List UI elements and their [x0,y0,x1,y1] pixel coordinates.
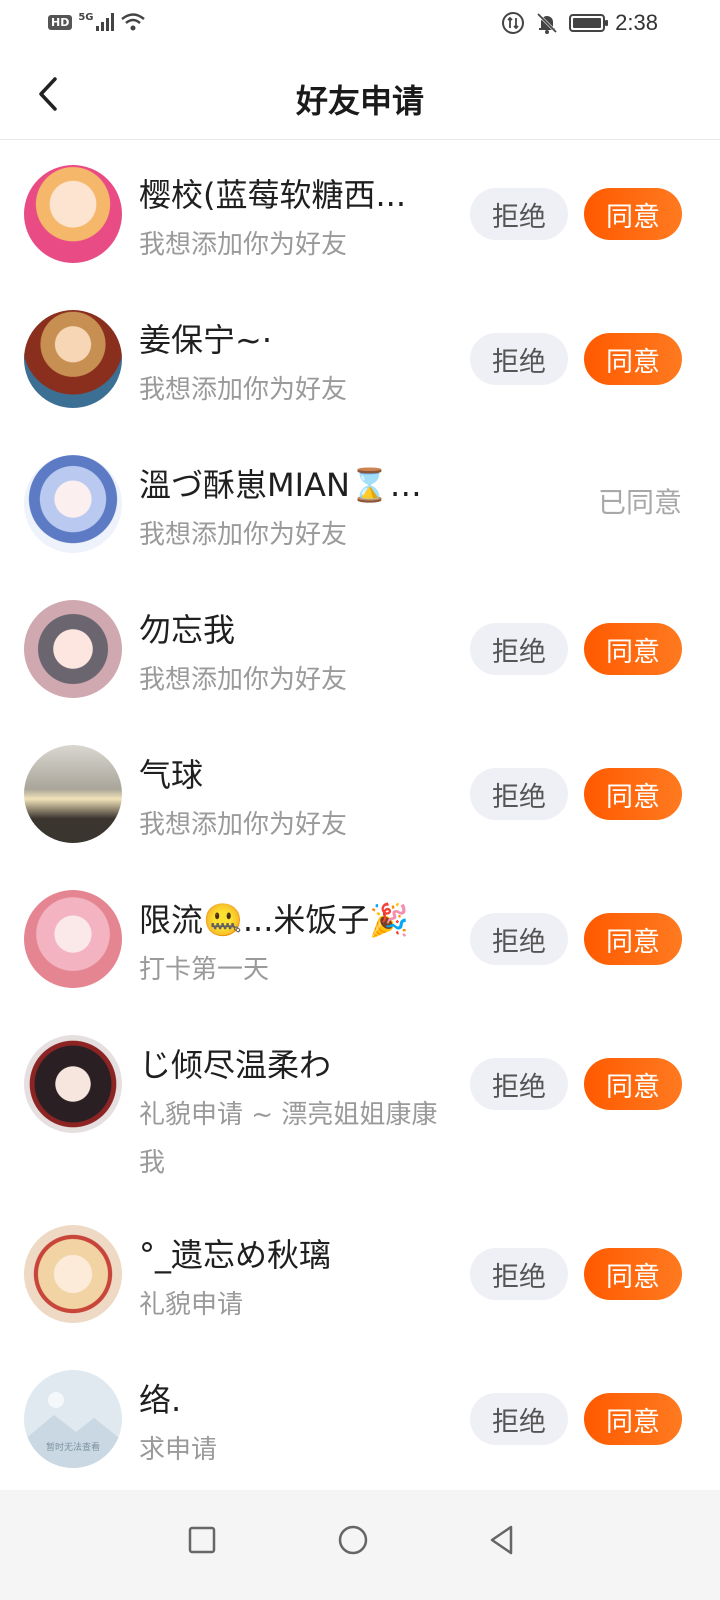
avatar[interactable]: 暂时无法查看 [24,1370,122,1468]
accept-button[interactable]: 同意 [584,188,682,240]
request-row[interactable]: じ倾尽温柔わ 礼貌申请 ~ 漂亮姐姐康康我 拒绝 同意 [0,1011,720,1201]
accept-button[interactable]: 同意 [584,623,682,675]
data-saver-icon [502,12,525,34]
reject-button[interactable]: 拒绝 [470,768,568,820]
request-row[interactable]: 暂时无法查看 络. 求申请 拒绝 同意 [0,1346,720,1491]
requester-name: 限流🤐...米饭子🎉 [139,901,410,939]
request-message: 我想添加你为好友 [139,375,348,405]
request-message: 打卡第一天 [139,955,270,985]
requester-name: 姜保宁~· [139,321,272,359]
accept-button[interactable]: 同意 [584,913,682,965]
wifi-icon [120,13,145,31]
avatar[interactable] [24,310,122,408]
reject-button[interactable]: 拒绝 [470,913,568,965]
request-message: 求申请 [139,1435,218,1465]
request-message: 礼貌申请 [139,1290,244,1320]
signal-icon [95,13,114,31]
requester-name: じ倾尽温柔わ [139,1046,332,1084]
request-message: 礼貌申请 ~ 漂亮姐姐康康我 [139,1100,438,1178]
reject-button[interactable]: 拒绝 [470,333,568,385]
request-row[interactable]: 姜保宁~· 我想添加你为好友 拒绝 同意 [0,286,720,431]
triangle-back-icon [490,1525,513,1555]
mute-bell-icon [537,12,558,34]
status-bar: HD 5G 2:38 [0,0,720,48]
clock: 2:38 [615,10,658,35]
request-row[interactable]: °_遗忘め秋璃 礼貌申请 拒绝 同意 [0,1201,720,1346]
reject-button[interactable]: 拒绝 [470,1058,568,1110]
placeholder-image-icon: 暂时无法查看 [24,1392,122,1468]
square-icon [188,1526,216,1554]
accept-button[interactable]: 同意 [584,1058,682,1110]
circle-icon [338,1525,368,1555]
requester-name: 溫づ酥崽MIAN⌛🌷📢 [139,466,459,504]
header: 好友申请 [0,48,720,140]
request-row[interactable]: 樱校(蓝莓软糖西... 我想添加你为好友 拒绝 同意 [0,141,720,286]
avatar[interactable] [24,1225,122,1323]
reject-button[interactable]: 拒绝 [470,188,568,240]
requester-name: °_遗忘め秋璃 [139,1236,332,1274]
avatar-placeholder-text: 暂时无法查看 [46,1441,100,1453]
requester-name: 樱校(蓝莓软糖西... [139,176,407,214]
requester-name: 气球 [139,756,204,794]
page-title: 好友申请 [295,82,424,120]
avatar[interactable] [24,745,122,843]
hd-badge: HD [48,14,73,30]
recent-apps-button[interactable] [174,1512,230,1568]
avatar[interactable] [24,165,122,263]
request-row[interactable]: 勿忘我 我想添加你为好友 拒绝 同意 [0,576,720,721]
avatar[interactable] [24,600,122,698]
request-message: 我想添加你为好友 [139,520,348,550]
system-nav-bar [0,1490,720,1600]
avatar[interactable] [24,890,122,988]
requester-name: 勿忘我 [139,611,236,649]
accept-button[interactable]: 同意 [584,768,682,820]
request-row[interactable]: 限流🤐...米饭子🎉 打卡第一天 拒绝 同意 [0,866,720,1011]
request-message: 我想添加你为好友 [139,665,348,695]
reject-button[interactable]: 拒绝 [470,1248,568,1300]
avatar[interactable] [24,1035,122,1133]
back-nav-button[interactable] [474,1512,530,1568]
accept-button[interactable]: 同意 [584,1248,682,1300]
requester-name: 络. [139,1381,182,1419]
request-message: 我想添加你为好友 [139,810,348,840]
request-row[interactable]: 气球 我想添加你为好友 拒绝 同意 [0,721,720,866]
accept-button[interactable]: 同意 [584,333,682,385]
network-type: 5G [78,12,94,23]
avatar[interactable] [24,455,122,553]
battery-icon [569,14,609,32]
accept-button[interactable]: 同意 [584,1393,682,1445]
home-button[interactable] [325,1512,381,1568]
reject-button[interactable]: 拒绝 [470,623,568,675]
reject-button[interactable]: 拒绝 [470,1393,568,1445]
accepted-status: 已同意 [597,486,682,519]
request-row[interactable]: 溫づ酥崽MIAN⌛🌷📢 我想添加你为好友 已同意 [0,431,720,576]
request-message: 我想添加你为好友 [139,230,348,260]
